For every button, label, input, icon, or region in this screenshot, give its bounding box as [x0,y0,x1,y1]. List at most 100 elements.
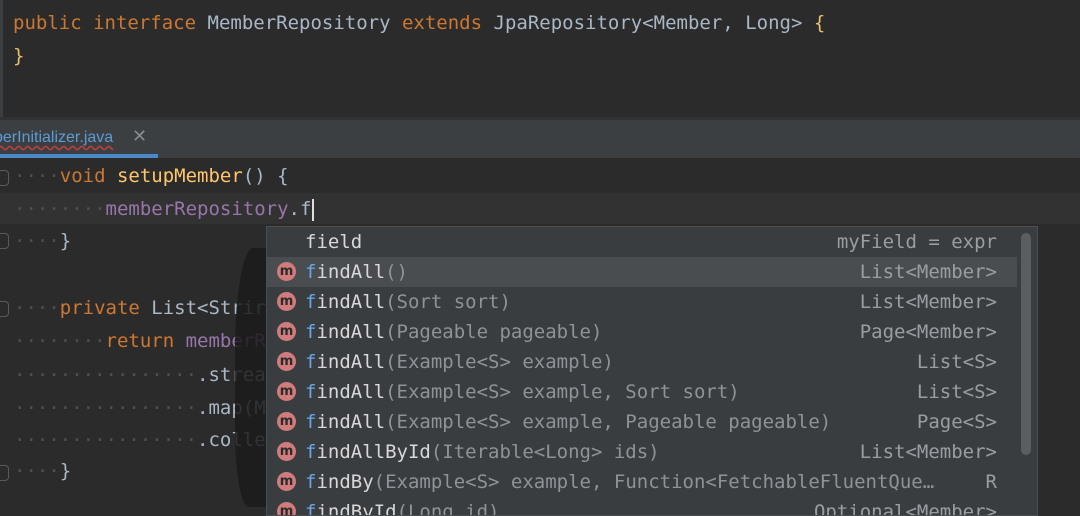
completion-params: (Example<S> example, Sort sort) [385,381,740,403]
completion-type: Page<Member> [859,321,997,343]
completion-item[interactable]: field myField = expr [267,227,1017,257]
completion-label: indAll [316,381,386,403]
code-line-stream: ················.strea [14,364,266,386]
fold-marker-icon[interactable] [0,170,9,186]
completion-params: (Sort sort) [385,291,511,313]
completion-type: myField = expr [836,231,997,253]
completion-item[interactable]: m findBy(Example<S> example, Function<Fet… [267,467,1017,497]
completion-params: () [385,261,408,283]
generic-args-2: Long> [745,12,803,34]
base-interface: JpaRepository [493,12,643,34]
match-highlight: f [305,291,317,313]
keyword-return: return [105,330,175,352]
method-name: setupMember [116,165,243,187]
code-line-map: ················.map(M [14,397,266,419]
match-highlight: f [305,261,317,283]
completion-name: findAll(Sort sort) [305,287,511,317]
completion-item[interactable]: m findAllById(Iterable<Long> ids) List<Mem… [267,437,1017,467]
keyword-void: void [59,165,106,187]
code-line-interface: public interface MemberRepository extend… [13,12,825,34]
completion-params: (Example<S> example, Pageable pageable) [385,411,832,433]
match-highlight: f [305,411,317,433]
completion-name: findAll() [305,257,408,287]
completion-type: List<S> [916,381,997,403]
method-icon: m [277,292,296,311]
completion-label: indAll [316,351,386,373]
completion-name: findAllById(Iterable<Long> ids) [305,437,660,467]
code-line-close-method: ····} [14,230,72,252]
code-line-private: ····private List<Strir [14,297,266,319]
completion-item[interactable]: m findAll() List<Member> [267,257,1017,287]
field-member-repository: memberRepository [105,198,289,220]
tab-member-initializer[interactable]: berInitializer.java ✕ [0,120,158,158]
completion-params: (Iterable<Long> ids) [430,441,660,463]
method-icon: m [277,412,296,431]
completion-params: (Example<S> example) [385,351,614,373]
completion-type: Page<S> [916,411,997,433]
code-line-collect: ················.colle [14,429,266,451]
method-icon: m [277,352,296,371]
match-highlight: f [305,441,317,463]
code-line-close-2: ····} [14,460,72,482]
top-editor-pane[interactable]: public interface MemberRepository extend… [0,0,1080,117]
code-completion-popup[interactable]: field myField = expr m findAll() List<Member… [266,226,1038,516]
completion-label: indAllById [316,441,431,463]
completion-name: findBy(Example<S> example, Function<Fetc… [305,467,934,497]
match-highlight: f [305,381,317,403]
fold-marker-icon[interactable] [0,301,9,317]
popup-scrollbar[interactable] [1021,233,1031,455]
match-highlight: f [305,471,317,493]
completion-label: field [305,231,363,253]
completion-item[interactable]: m findAll(Example<S> example, Sort sort) L… [267,377,1017,407]
completion-label: indBy [316,471,374,493]
completion-label: indById [316,501,397,516]
method-icon: m [277,382,296,401]
match-highlight: f [305,501,317,516]
tab-label: berInitializer.java [0,129,114,146]
completion-params: (Pageable pageable) [385,321,603,343]
editor-tab-bar: berInitializer.java ✕ [0,120,1080,158]
completion-params: (Example<S> example, Function<FetchableF… [373,471,935,493]
method-icon: m [277,322,296,341]
typed-prefix: .f [288,198,312,220]
fold-marker-icon[interactable] [0,465,9,481]
close-icon[interactable]: ✕ [132,126,147,147]
method-params: () { [242,165,289,187]
interface-name: MemberRepository [207,12,391,34]
completion-name: findAll(Example<S> example, Sort sort) [305,377,740,407]
completion-label: indAll [316,321,386,343]
method-icon: m [277,502,296,515]
completion-type: List<Member> [859,441,997,463]
open-brace: { [813,12,826,34]
completion-type: List<S> [916,351,997,373]
keyword-private: private [59,297,140,319]
completion-name: findAll(Example<S> example, Pageable pag… [305,407,831,437]
code-line-return: ········return memberR [14,330,266,352]
completion-label: indAll [316,261,386,283]
fold-marker-icon[interactable] [0,233,9,249]
code-line-setup: ····void setupMember() { [14,165,289,187]
match-highlight: f [305,321,317,343]
completion-item[interactable]: m findAll(Pageable pageable) Page<Member> [267,317,1017,347]
completion-item[interactable]: m findAll(Example<S> example, Pageable pa… [267,407,1017,437]
completion-item[interactable]: m findAll(Sort sort) List<Member> [267,287,1017,317]
close-brace: } [59,460,72,482]
completion-type: List<Member> [859,291,997,313]
close-brace: } [59,230,72,252]
code-line-caret: ········memberRepository.f [14,194,315,224]
completion-name: findAll(Example<S> example) [305,347,614,377]
completion-type: List<Member> [859,261,997,283]
generic-args: <Member, [642,12,734,34]
completion-item[interactable]: m findAll(Example<S> example) List<S> [267,347,1017,377]
text-caret [312,198,315,221]
close-brace: } [13,45,25,67]
keyword-extends: extends [401,12,483,34]
completion-label: indAll [316,411,386,433]
completion-label: indAll [316,291,386,313]
completion-params: (Long id) [396,501,500,516]
completion-name: findAll(Pageable pageable) [305,317,602,347]
match-highlight: f [305,351,317,373]
completion-name: field [305,227,362,257]
method-icon: m [277,442,296,461]
method-icon: m [277,472,296,491]
